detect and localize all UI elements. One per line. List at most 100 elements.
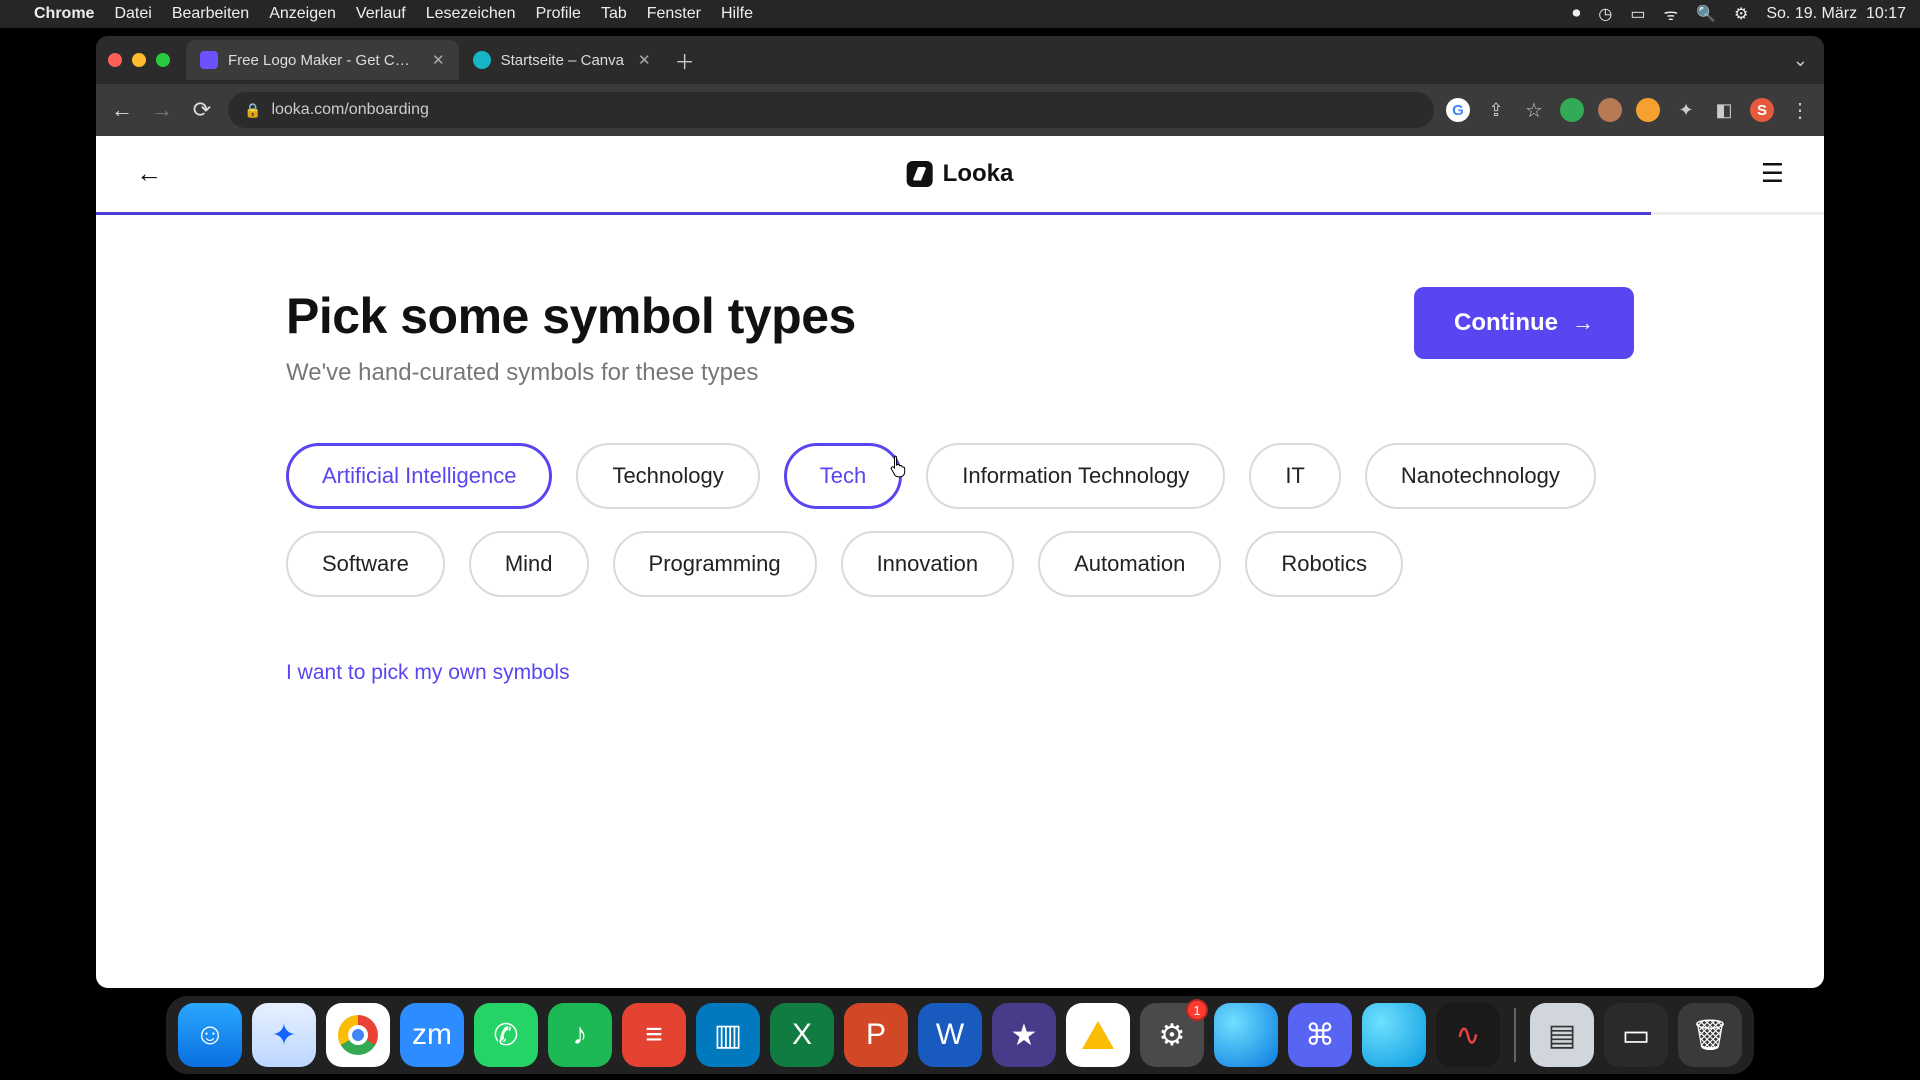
tabs-overflow-button[interactable]: ⌄ [1793,50,1808,71]
omnibox[interactable]: 🔒 looka.com/onboarding [228,92,1434,128]
dock-app-todoist[interactable]: ≡ [622,1003,686,1067]
onboarding-progress [96,212,1824,215]
menubar-app-name[interactable]: Chrome [34,5,94,23]
menubar-item[interactable]: Datei [114,5,151,23]
record-icon[interactable]: ⏺ [1572,5,1580,23]
window-close-button[interactable] [108,53,122,67]
looka-header: ← Looka ☰ [96,136,1824,212]
chrome-window: Free Logo Maker - Get Custom… ✕ Startsei… [96,36,1824,988]
dock-app-word[interactable]: W [918,1003,982,1067]
symbol-type-chip[interactable]: Tech [784,443,902,509]
dock-app-excel[interactable]: X [770,1003,834,1067]
symbol-type-chip[interactable]: Artificial Intelligence [286,443,552,509]
symbol-type-chip[interactable]: Mind [469,531,589,597]
dock-app-spotify[interactable]: ♪ [548,1003,612,1067]
control-center-icon[interactable]: ⚙ [1734,4,1748,24]
window-controls [108,53,170,67]
dock-app-chrome[interactable] [326,1003,390,1067]
dock-app-settings[interactable]: ⚙1 [1140,1003,1204,1067]
looka-brand[interactable]: Looka [907,160,1014,188]
share-icon[interactable]: ⇪ [1484,98,1508,122]
symbol-type-chip[interactable]: Information Technology [926,443,1225,509]
extensions-puzzle-icon[interactable]: ✦ [1674,98,1698,122]
window-zoom-button[interactable] [156,53,170,67]
tab-title: Free Logo Maker - Get Custom… [228,52,418,69]
toolbar-actions: G ⇪ ☆ ✦ ◧ S ⋮ [1446,98,1812,122]
extension-shield-icon[interactable] [1560,98,1584,122]
tab-favicon-icon [473,51,491,69]
extension-icon[interactable] [1636,98,1660,122]
nav-reload-button[interactable]: ⟳ [188,97,216,123]
bookmark-star-icon[interactable]: ☆ [1522,98,1546,122]
continue-button[interactable]: Continue → [1414,287,1634,359]
menubar-item[interactable]: Fenster [647,5,701,23]
dock-app-whatsapp[interactable]: ✆ [474,1003,538,1067]
hamburger-menu-icon[interactable]: ☰ [1761,158,1784,189]
symbol-type-chip[interactable]: Software [286,531,445,597]
macos-dock: ☺✦ zm✆♪≡▥XPW★ ⚙1 ⌘ ∿ ▤▭🗑 [166,996,1754,1074]
tab-close-icon[interactable]: ✕ [638,51,651,69]
dock-app-audio[interactable]: ∿ [1436,1003,1500,1067]
macos-menubar: Chrome Datei Bearbeiten Anzeigen Verlauf… [0,0,1920,28]
browser-tab[interactable]: Startseite – Canva ✕ [459,40,665,80]
back-arrow-icon[interactable]: ← [136,158,162,189]
side-panel-icon[interactable]: ◧ [1712,98,1736,122]
menubar-item[interactable]: Lesezeichen [426,5,516,23]
page-viewport: ← Looka ☰ Pick some symbol types We've h… [96,136,1824,988]
symbol-type-chip[interactable]: IT [1249,443,1341,509]
nav-forward-button[interactable]: → [148,97,176,123]
omnibox-url: looka.com/onboarding [271,101,428,119]
chrome-tabstrip: Free Logo Maker - Get Custom… ✕ Startsei… [96,36,1824,84]
symbol-type-chip[interactable]: Robotics [1245,531,1403,597]
profile-avatar[interactable]: S [1750,98,1774,122]
symbol-type-chip[interactable]: Programming [613,531,817,597]
dock-badge: 1 [1186,999,1208,1021]
pick-own-symbols-link[interactable]: I want to pick my own symbols [286,661,1634,685]
onboarding-progress-fill [96,212,1651,215]
dock-app-desktop[interactable]: ▭ [1604,1003,1668,1067]
menubar-date[interactable]: So. 19. März 10:17 [1766,5,1906,23]
dock-app-discord[interactable]: ⌘ [1288,1003,1352,1067]
extension-icon[interactable] [1598,98,1622,122]
browser-tab-active[interactable]: Free Logo Maker - Get Custom… ✕ [186,40,459,80]
dock-app-globe[interactable] [1214,1003,1278,1067]
dock-app-ppt[interactable]: P [844,1003,908,1067]
menubar-item[interactable]: Verlauf [356,5,406,23]
symbol-type-chip[interactable]: Automation [1038,531,1221,597]
nav-back-button[interactable]: ← [108,97,136,123]
wifi-icon[interactable]: ᯤ [1663,3,1678,25]
dock-separator [1514,1008,1516,1062]
dock-app-trello[interactable]: ▥ [696,1003,760,1067]
chrome-menu-icon[interactable]: ⋮ [1788,98,1812,122]
chrome-toolbar: ← → ⟳ 🔒 looka.com/onboarding G ⇪ ☆ ✦ ◧ S… [96,84,1824,136]
symbol-type-chips: Artificial Intelligence Technology Tech Inf… [286,443,1634,597]
battery-icon[interactable]: ▭ [1630,4,1645,24]
spotlight-icon[interactable]: 🔍 [1696,4,1716,24]
symbol-type-chip[interactable]: Nanotechnology [1365,443,1596,509]
menubar-status-area: ⏺ ◷ ▭ ᯤ 🔍 ⚙ So. 19. März 10:17 [1572,3,1906,25]
new-tab-button[interactable]: ＋ [675,46,695,75]
menubar-item[interactable]: Hilfe [721,5,753,23]
dock-app-trash[interactable]: 🗑 [1678,1003,1742,1067]
dock-app-imovie[interactable]: ★ [992,1003,1056,1067]
dock-app-finder[interactable]: ☺ [178,1003,242,1067]
dock-app-preview[interactable]: ▤ [1530,1003,1594,1067]
window-minimize-button[interactable] [132,53,146,67]
dock-app-zoom[interactable]: zm [400,1003,464,1067]
google-translate-icon[interactable]: G [1446,98,1470,122]
menubar-item[interactable]: Anzeigen [269,5,336,23]
dock-app-safari[interactable]: ✦ [252,1003,316,1067]
symbol-type-chip[interactable]: Technology [576,443,759,509]
dock-app-qt[interactable] [1362,1003,1426,1067]
symbol-type-chip[interactable]: Innovation [841,531,1015,597]
menubar-item[interactable]: Tab [601,5,627,23]
menubar-item[interactable]: Bearbeiten [172,5,249,23]
dock-app-gdrive[interactable] [1066,1003,1130,1067]
menubar-item[interactable]: Profile [536,5,581,23]
tab-title: Startseite – Canva [501,52,624,69]
looka-brand-name: Looka [943,160,1014,188]
page-subheading: We've hand-curated symbols for these typ… [286,359,856,387]
lock-icon[interactable]: 🔒 [244,102,261,119]
clock-icon[interactable]: ◷ [1598,4,1612,24]
tab-close-icon[interactable]: ✕ [432,51,445,69]
